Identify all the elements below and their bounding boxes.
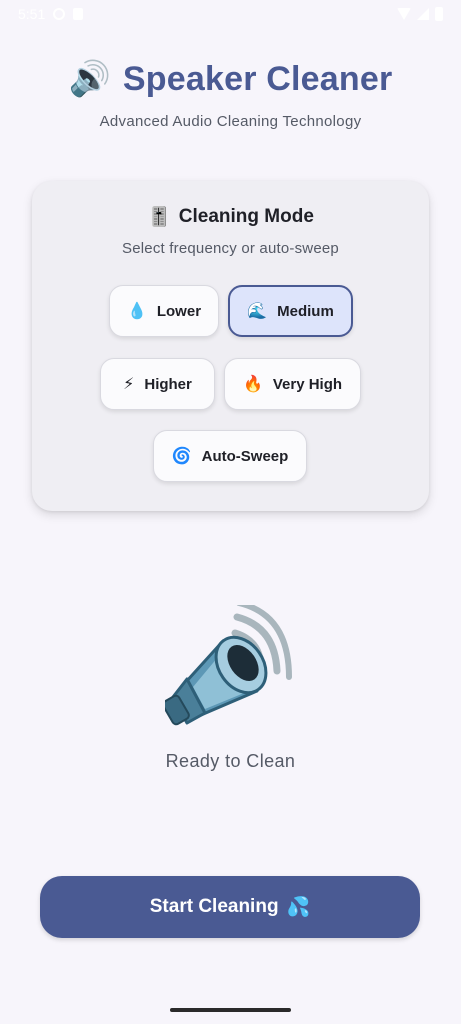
app-screen: 5:51 🔊 Speaker Cleaner Advanced Audio Cl… <box>0 0 461 1024</box>
home-indicator[interactable] <box>170 1008 291 1012</box>
mode-label: Higher <box>144 375 192 393</box>
wave-icon: 🌊 <box>247 303 268 320</box>
mode-label: Lower <box>156 302 202 320</box>
mode-label: Auto-Sweep <box>201 447 289 465</box>
status-bar: 5:51 <box>0 0 461 28</box>
battery-icon <box>435 7 443 21</box>
signal-icon <box>417 8 429 20</box>
slider-icon: 🎚️ <box>147 207 171 228</box>
notification-icon <box>53 8 66 20</box>
start-cleaning-button[interactable]: Start Cleaning 💦 <box>40 876 420 938</box>
cleaning-mode-card: 🎚️ Cleaning Mode Select frequency or aut… <box>32 181 429 511</box>
mode-button-lower[interactable]: 💧 Lower <box>109 285 219 337</box>
wifi-icon <box>397 8 411 20</box>
cyclone-icon: 🌀 <box>171 448 192 465</box>
mode-button-medium[interactable]: 🌊 Medium <box>228 285 353 337</box>
cleaning-status: Ready to Clean <box>165 751 296 771</box>
card-title: Cleaning Mode <box>178 206 314 227</box>
mode-button-very-high[interactable]: 🔥 Very High <box>224 358 361 410</box>
sim-icon <box>73 8 84 20</box>
card-subtitle: Select frequency or auto-sweep <box>122 240 339 257</box>
app-header: 🔊 Speaker Cleaner Advanced Audio Cleanin… <box>0 55 461 130</box>
status-time: 5:51 <box>18 6 46 22</box>
fire-icon: 🔥 <box>242 376 263 393</box>
mode-button-auto-sweep[interactable]: 🌀 Auto-Sweep <box>153 430 307 482</box>
mode-label: Medium <box>277 302 334 320</box>
speaker-megaphone-icon <box>162 600 295 730</box>
card-title-row: 🎚️ Cleaning Mode <box>32 205 429 229</box>
app-title: Speaker Cleaner <box>122 60 393 98</box>
status-bar-right <box>397 7 443 21</box>
mode-button-higher[interactable]: ⚡ Higher <box>100 358 215 410</box>
droplet-icon: 💧 <box>126 303 147 320</box>
status-bar-left: 5:51 <box>18 6 84 22</box>
lightning-icon: ⚡ <box>123 376 135 393</box>
app-subtitle: Advanced Audio Cleaning Technology <box>99 113 362 130</box>
speaker-icon: 🔊 <box>68 60 111 98</box>
mode-label: Very High <box>272 375 343 393</box>
title-row: 🔊 Speaker Cleaner <box>0 55 461 103</box>
splash-icon: 💦 <box>286 897 311 918</box>
start-cleaning-label: Start Cleaning <box>149 896 279 917</box>
